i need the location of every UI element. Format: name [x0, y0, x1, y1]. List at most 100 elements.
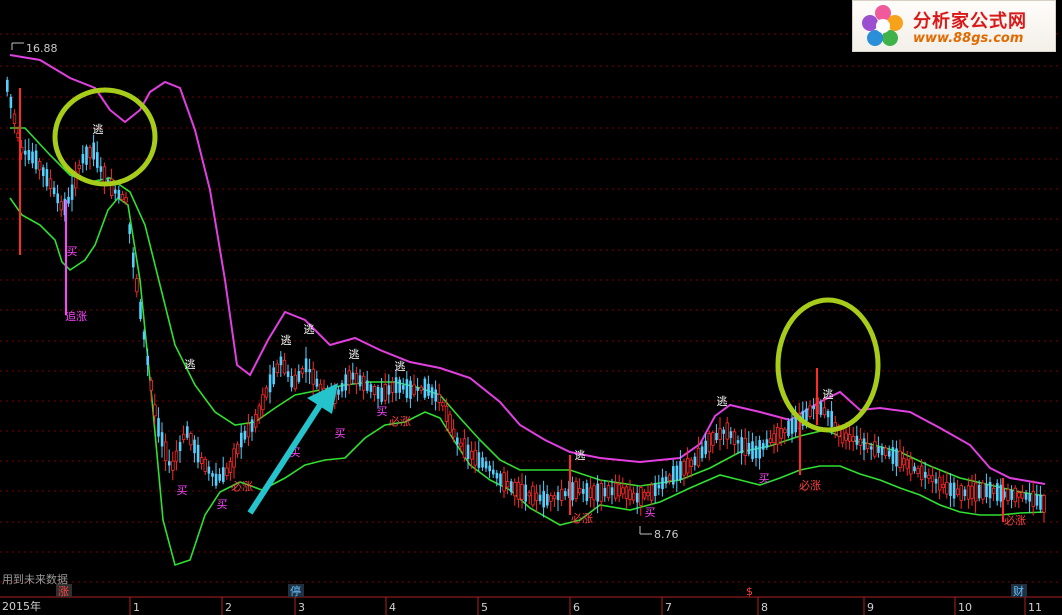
candle-body [38, 161, 42, 171]
candle-body [833, 422, 837, 428]
candle-body [286, 371, 290, 377]
min-price-label: 8.76 [654, 528, 679, 541]
candle-body [844, 432, 848, 441]
candle-body [531, 485, 535, 506]
candle-body [754, 445, 758, 459]
candle-body [441, 402, 445, 407]
candle-body [186, 426, 189, 438]
candle-body [772, 433, 776, 443]
candle-body [549, 495, 553, 502]
candle-body [358, 375, 362, 387]
chart-grid [0, 33, 1062, 583]
candle-body [747, 442, 751, 455]
candle-body [578, 488, 582, 494]
candle-body [1010, 490, 1013, 500]
candle-body [718, 428, 722, 440]
candle-body [582, 488, 585, 494]
logo-url: www.88gs.com [913, 31, 1024, 46]
candle-body [199, 457, 204, 464]
candle-body [257, 405, 261, 419]
candle-body [624, 486, 629, 499]
candle-body [390, 382, 395, 393]
candle-body [96, 152, 99, 168]
candle-body [502, 472, 506, 492]
candle-body [275, 363, 279, 373]
candle-body [538, 494, 542, 502]
candle-body [628, 489, 632, 500]
candle-body [505, 481, 510, 488]
candle-body [34, 150, 38, 170]
candle-body [686, 458, 690, 474]
signal-label: 必涨 [231, 480, 253, 493]
candle-body [102, 166, 107, 185]
candle-body [884, 447, 888, 457]
candle-body [898, 450, 902, 468]
candle-body [261, 394, 265, 411]
signal-label: 逃 [575, 449, 586, 462]
candle-body [639, 487, 643, 506]
month-tick-label: 8 [761, 601, 768, 614]
candle-body [228, 461, 233, 473]
candle-body [870, 446, 873, 450]
candle-body [135, 278, 139, 293]
signal-label: 逃 [304, 323, 315, 336]
candle-body [693, 456, 697, 466]
candle-body [862, 438, 866, 450]
candle-body [956, 488, 960, 496]
candle-body [542, 490, 545, 508]
future-data-note: 用到未来数据 [2, 573, 68, 586]
candle-body [963, 489, 967, 497]
candle-body [996, 483, 999, 501]
candle-body [189, 433, 193, 446]
candle-body [444, 405, 449, 422]
candle-body [826, 410, 830, 418]
month-tick-label: 7 [665, 601, 672, 614]
candle-body [1006, 488, 1010, 502]
signal-label: 必涨 [799, 479, 821, 492]
candle-body [427, 383, 430, 396]
candle-body [621, 487, 625, 495]
candle-body [232, 448, 236, 468]
candle-body [707, 433, 711, 453]
candle-body [805, 408, 808, 421]
candle-body [988, 482, 992, 499]
candle-body [599, 482, 603, 502]
candle-body [196, 444, 200, 463]
candle-body [146, 355, 149, 365]
candle-body [218, 474, 221, 481]
candle-body [978, 484, 981, 499]
candlestick-chart: 逃逃逃逃逃逃逃逃逃买买买买买买买买追涨必涨必涨必涨必涨必涨 16.88 8.76… [0, 33, 1062, 615]
lower-band-line [9, 196, 1046, 567]
candle-body [877, 446, 880, 453]
candle-body [552, 495, 557, 500]
candle-body [768, 438, 773, 443]
candle-body [171, 460, 175, 471]
candle-body [981, 482, 985, 500]
candle-body [402, 385, 405, 390]
signal-label: 逃 [823, 388, 834, 401]
candle-body [966, 485, 971, 500]
bottom-marker: $ [746, 585, 753, 598]
candle-body [243, 430, 247, 440]
candle-body [168, 461, 171, 466]
candle-body [387, 385, 391, 395]
candle-body [664, 476, 668, 484]
candle-body [372, 386, 377, 395]
candle-body [527, 492, 531, 497]
month-tick-label: 11 [1028, 601, 1042, 614]
candle-body [1035, 494, 1039, 506]
candle-body [924, 471, 927, 478]
candle-body [366, 380, 369, 391]
candle-body [927, 474, 931, 479]
candle-body [246, 423, 251, 438]
candle-body [253, 414, 258, 428]
candle-body [866, 443, 870, 450]
candle-body [564, 491, 567, 497]
candle-body [297, 370, 301, 382]
candle-body [949, 482, 952, 497]
candle-body [117, 189, 121, 199]
candle-body [1042, 495, 1046, 513]
signal-label: 买 [335, 427, 346, 440]
candle-body [913, 466, 916, 472]
candle-body [9, 96, 13, 108]
